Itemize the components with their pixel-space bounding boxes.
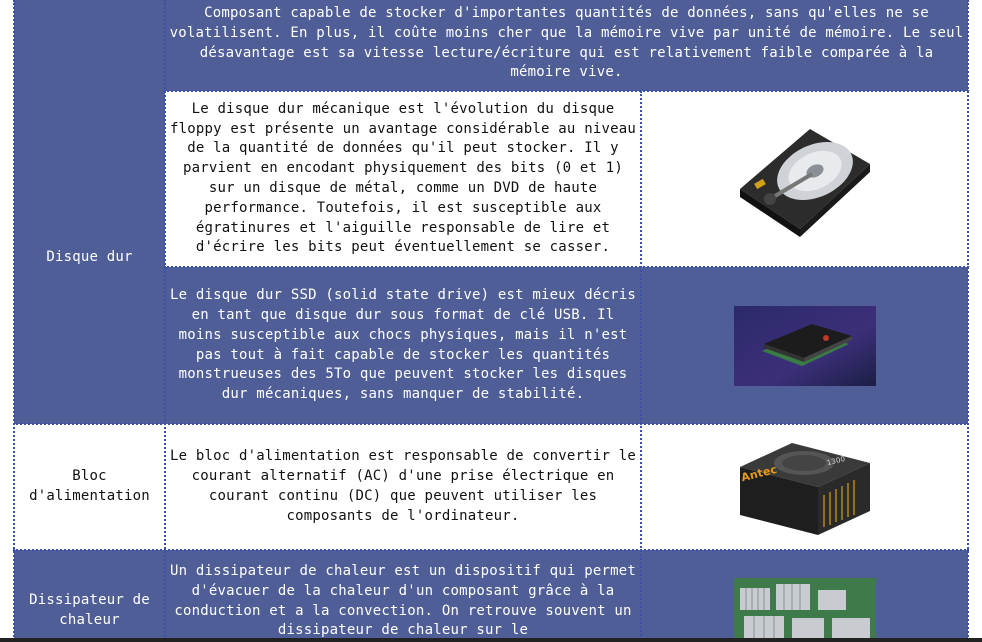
psu-image-cell: Antec 1300 <box>641 424 968 550</box>
memory-label-cell <box>14 0 165 91</box>
page-bottom-edge <box>0 638 982 642</box>
grid-line-row3 <box>13 423 969 425</box>
heatsink-image-cell <box>641 550 968 642</box>
heatsink-description: Un dissipateur de chaleur est un disposi… <box>165 550 641 642</box>
grid-line-row4 <box>13 549 969 551</box>
grid-line-left <box>13 0 15 640</box>
grid-line-col1 <box>164 0 166 640</box>
grid-line-right <box>967 0 969 640</box>
ssd-description: Le disque dur SSD (solid state drive) es… <box>165 267 641 424</box>
grid-line-col2 <box>640 91 642 640</box>
memory-description: Composant capable de stocker d'important… <box>165 0 968 91</box>
hdd-description: Le disque dur mécanique est l'évolution … <box>165 91 641 267</box>
psu-label: Bloc d'alimentation <box>14 424 165 550</box>
hdd-image-cell <box>641 91 968 267</box>
ssd-image <box>733 305 876 386</box>
grid-line-row2 <box>164 266 969 268</box>
heatsink-image <box>733 578 876 642</box>
grid-line-row1 <box>164 90 969 92</box>
heatsink-label: Dissipateur de chaleur <box>14 550 165 642</box>
hard-disk-image <box>739 129 870 237</box>
ssd-image-cell <box>641 267 968 424</box>
hdd-label: Disque dur <box>14 91 165 424</box>
psu-description: Le bloc d'alimentation est responsable d… <box>165 424 641 550</box>
power-supply-image <box>740 442 870 535</box>
